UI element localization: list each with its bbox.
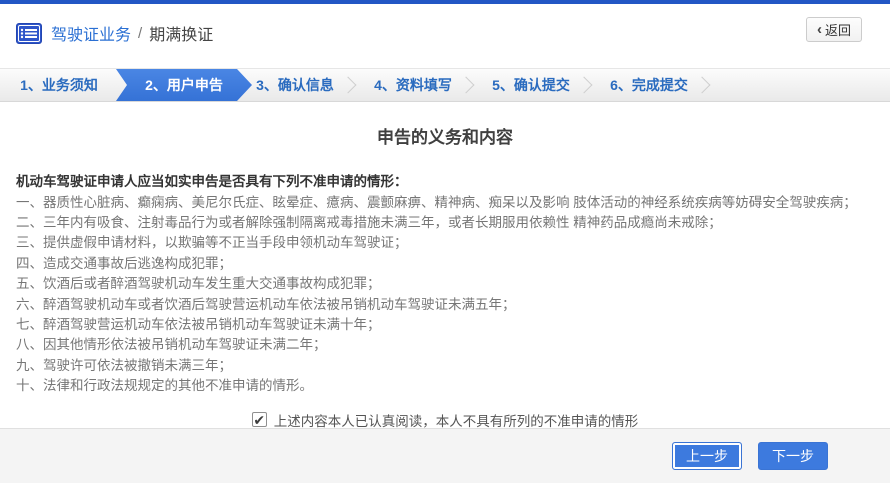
check-icon: ✔	[253, 413, 265, 427]
declaration-content: 申告的义务和内容 机动车驾驶证申请人应当如实申告是否具有下列不准申请的情形： 一…	[0, 123, 890, 430]
next-step-button[interactable]: 下一步	[758, 442, 828, 470]
declaration-intro: 机动车驾驶证申请人应当如实申告是否具有下列不准申请的情形：	[16, 172, 874, 193]
step-2-user-declaration[interactable]: 2、用户申告	[116, 69, 252, 101]
declaration-item-9: 九、驾驶许可依法被撤销未满三年；	[16, 356, 874, 376]
chevron-left-icon: ‹	[817, 22, 822, 37]
declaration-item-5: 五、饮酒后或者醉酒驾驶机动车发生重大交通事故构成犯罪；	[16, 274, 874, 294]
declaration-item-3: 三、提供虚假申请材料，以欺骗等不正当手段申领机动车驾驶证；	[16, 233, 874, 253]
confirmation-row: ✔ 上述内容本人已认真阅读，本人不具有所列的不准申请的情形	[16, 410, 874, 430]
step-6-complete-submit[interactable]: 6、完成提交	[590, 69, 708, 101]
footer-bar: 上一步 下一步	[0, 428, 890, 483]
breadcrumb-separator: /	[138, 25, 142, 42]
declaration-item-4: 四、造成交通事故后逃逸构成犯罪；	[16, 254, 874, 274]
declaration-item-10: 十、法律和行政法规规定的其他不准申请的情形。	[16, 376, 874, 396]
step-1-business-notice[interactable]: 1、业务须知	[0, 69, 118, 101]
declaration-item-1: 一、器质性心脏病、癫痫病、美尼尔氏症、眩晕症、癔病、震颤麻痹、精神病、痴呆以及影…	[16, 193, 874, 213]
page-title: 申告的义务和内容	[16, 123, 874, 148]
step-nav: 1、业务须知 2、用户申告 3、确认信息 4、资料填写 5、确认提交 6、完成提…	[0, 68, 890, 102]
previous-step-button[interactable]: 上一步	[672, 442, 742, 470]
breadcrumb-business-link[interactable]: 驾驶证业务	[51, 21, 131, 45]
header: 驾驶证业务 / 期满换证 ‹ 返回	[0, 4, 890, 62]
step-5-confirm-submit[interactable]: 5、确认提交	[472, 69, 590, 101]
step-4-fill-materials[interactable]: 4、资料填写	[354, 69, 472, 101]
declaration-item-7: 七、醉酒驾驶营运机动车依法被吊销机动车驾驶证未满十年；	[16, 315, 874, 335]
breadcrumb-current-page: 期满换证	[149, 21, 213, 45]
declaration-item-8: 八、因其他情形依法被吊销机动车驾驶证未满二年；	[16, 335, 874, 355]
step-3-confirm-info[interactable]: 3、确认信息	[236, 69, 354, 101]
declaration-item-2: 二、三年内有吸食、注射毒品行为或者解除强制隔离戒毒措施未满三年，或者长期服用依赖…	[16, 213, 874, 233]
list-icon	[16, 23, 42, 44]
back-button-label: 返回	[825, 20, 851, 39]
back-button[interactable]: ‹ 返回	[806, 17, 862, 42]
declaration-checkbox[interactable]: ✔	[252, 412, 267, 427]
declaration-checkbox-label[interactable]: 上述内容本人已认真阅读，本人不具有所列的不准申请的情形	[274, 410, 639, 430]
declaration-item-6: 六、醉酒驾驶机动车或者饮酒后驾驶营运机动车依法被吊销机动车驾驶证未满五年；	[16, 295, 874, 315]
